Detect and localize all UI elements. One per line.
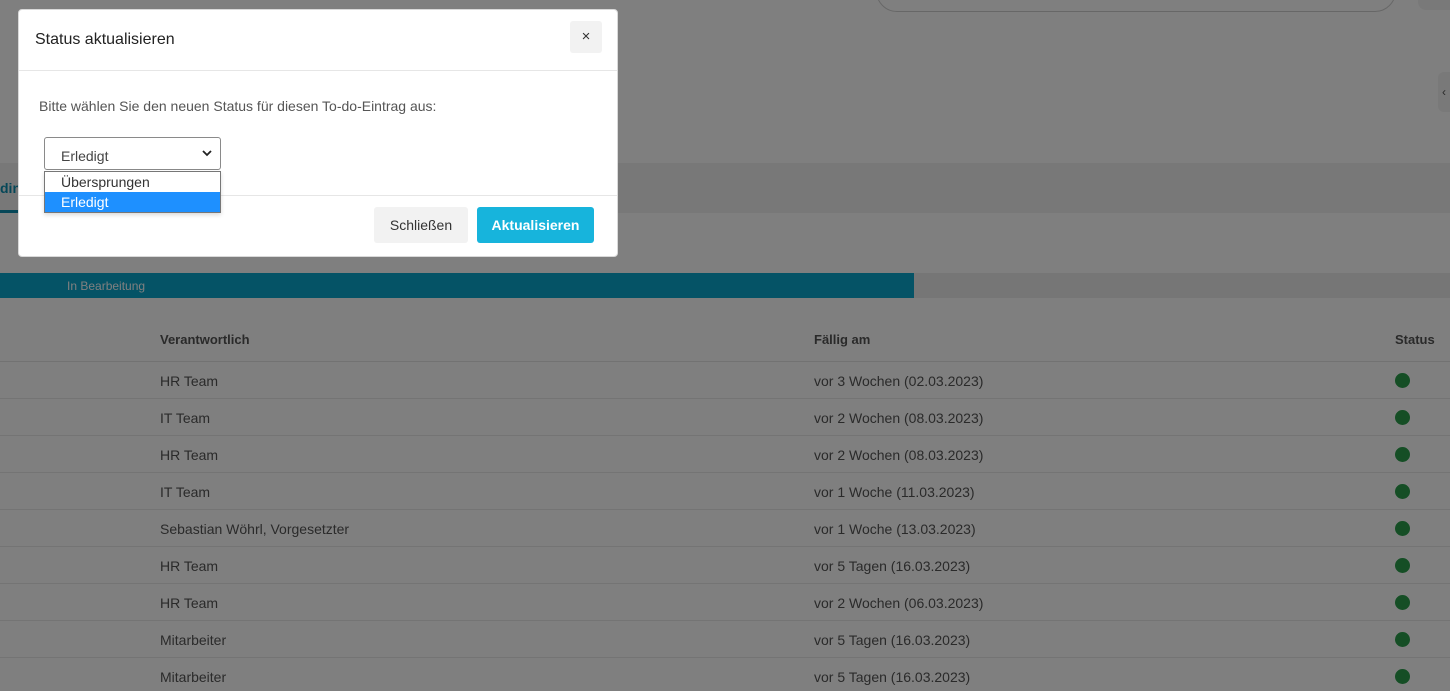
status-dropdown-list: Übersprungen Erledigt <box>44 171 221 213</box>
update-button[interactable]: Aktualisieren <box>477 207 594 243</box>
status-select-value: Erledigt <box>61 148 109 164</box>
modal-prompt: Bitte wählen Sie den neuen Status für di… <box>39 98 437 114</box>
dropdown-option-done[interactable]: Erledigt <box>45 192 220 212</box>
modal-header: Status aktualisieren × <box>19 10 617 71</box>
status-select[interactable]: Erledigt <box>44 137 221 170</box>
dropdown-option-skipped[interactable]: Übersprungen <box>45 172 220 192</box>
close-button[interactable]: Schließen <box>374 207 468 243</box>
close-icon[interactable]: × <box>570 21 602 53</box>
modal-title: Status aktualisieren <box>35 31 175 48</box>
status-modal: Status aktualisieren × Bitte wählen Sie … <box>18 9 618 257</box>
chevron-down-icon <box>202 150 212 157</box>
